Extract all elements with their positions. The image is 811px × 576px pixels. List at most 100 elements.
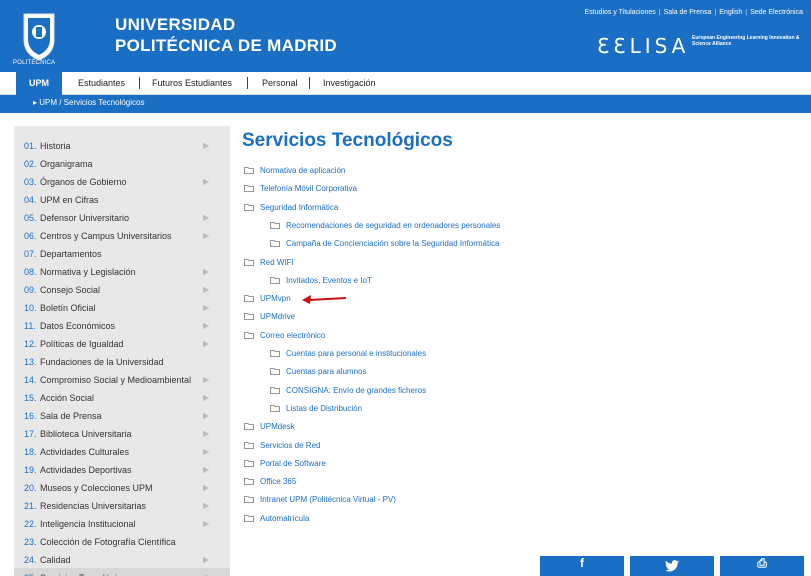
twitter-share-button[interactable] <box>630 556 714 576</box>
chevron-right-icon: ▶ <box>203 177 210 186</box>
sidebar-item-label: Residencias Universitarias <box>40 501 147 511</box>
sidebar-item[interactable]: 11. Datos Económicos ▶ <box>14 316 230 334</box>
service-link[interactable]: Portal de Software <box>244 459 326 468</box>
service-link[interactable]: UPMdesk <box>244 422 295 431</box>
sidebar-item-number: 01. <box>24 141 37 151</box>
chevron-right-icon: ▶ <box>203 303 210 312</box>
nav-item-investigacion[interactable]: Investigación <box>323 78 376 88</box>
facebook-icon: f <box>580 556 584 570</box>
top-link-sede-electronica[interactable]: Sede Electrónica <box>750 9 803 16</box>
folder-icon <box>270 277 280 284</box>
print-button[interactable]: ⎙ <box>720 556 804 576</box>
top-link-separator: | <box>745 9 748 16</box>
sidebar-item[interactable]: 02. Organigrama <box>14 154 230 172</box>
upm-crest-logo[interactable] <box>20 10 58 62</box>
service-link[interactable]: Seguridad Informática <box>244 203 338 212</box>
sidebar-item[interactable]: 22. Inteligencia Institucional ▶ <box>14 514 230 532</box>
sidebar-item[interactable]: 06. Centros y Campus Universitarios ▶ <box>14 226 230 244</box>
sidebar-item-number: 17. <box>24 429 37 439</box>
university-name-line1[interactable]: UNIVERSIDAD <box>115 15 235 35</box>
nav-item-futuros-estudiantes[interactable]: Futuros Estudiantes <box>152 78 232 88</box>
service-link[interactable]: Servicios de Red <box>244 441 320 450</box>
top-link-separator: | <box>714 9 717 16</box>
service-link[interactable]: UPMvpn <box>244 294 291 303</box>
sidebar-item[interactable]: 01. Historia ▶ <box>14 136 230 154</box>
sidebar-item[interactable]: 15. Acción Social ▶ <box>14 388 230 406</box>
service-link[interactable]: Listas de Distribución <box>270 404 362 413</box>
service-link-label: Portal de Software <box>260 459 326 468</box>
service-link[interactable]: Invitados, Eventos e IoT <box>270 276 372 285</box>
facebook-share-button[interactable]: f <box>540 556 624 576</box>
folder-icon <box>244 515 254 522</box>
service-link-label: Listas de Distribución <box>286 404 363 413</box>
sidebar-item[interactable]: 14. Compromiso Social y Medioambiental ▶ <box>14 370 230 388</box>
sidebar-item[interactable]: 10. Boletín Oficial ▶ <box>14 298 230 316</box>
nav-item-personal[interactable]: Personal <box>262 78 298 88</box>
sidebar-item[interactable]: 25.Servicios Tecnológicos▼ <box>14 568 230 576</box>
service-link[interactable]: Office 365 <box>244 477 296 486</box>
service-link-label: Office 365 <box>260 477 297 486</box>
sidebar-item-number: 21. <box>24 501 37 511</box>
service-link[interactable]: Campaña de Concienciación sobre la Segur… <box>270 239 499 248</box>
eelisa-logo[interactable]: ƐƐLISA <box>597 34 689 58</box>
sidebar-item[interactable]: 19. Actividades Deportivas ▶ <box>14 460 230 478</box>
sidebar-item-label: Historia <box>40 141 71 151</box>
sidebar-item-label: Fundaciones de la Universidad <box>40 357 164 367</box>
sidebar-item[interactable]: 23. Colección de Fotografía Científica <box>14 532 230 550</box>
service-link[interactable]: Intranet UPM (Politécnica Virtual - PV) <box>244 495 396 504</box>
sidebar-item[interactable]: 12. Políticas de Igualdad ▶ <box>14 334 230 352</box>
sidebar-item-number: 06. <box>24 231 37 241</box>
sidebar-item-number: 15. <box>24 393 37 403</box>
breadcrumb[interactable]: ▸ UPM / Servicios Tecnológicos <box>33 98 144 107</box>
service-link[interactable]: CONSIGNA: Envío de grandes ficheros <box>270 386 426 395</box>
service-link[interactable]: Normativa de aplicación <box>244 166 345 175</box>
service-link[interactable]: Red WIFI <box>244 258 294 267</box>
top-link-estudios[interactable]: Estudios y Titulaciones <box>585 9 656 16</box>
sidebar-item[interactable]: 08. Normativa y Legislación ▶ <box>14 262 230 280</box>
service-link[interactable]: Correo electrónico <box>244 331 325 340</box>
service-link-label: Recomendaciones de seguridad en ordenado… <box>286 221 501 230</box>
chevron-right-icon: ▶ <box>203 375 210 384</box>
sidebar-item-number: 02. <box>24 159 37 169</box>
sidebar-item-number: 11. <box>24 321 36 331</box>
service-link[interactable]: UPMdrive <box>244 312 295 321</box>
breadcrumb-bar: ▸ UPM / Servicios Tecnológicos <box>0 95 811 113</box>
chevron-right-icon: ▶ <box>203 465 210 474</box>
main-nav: UPM Estudiantes Futuros Estudiantes Pers… <box>0 72 811 95</box>
print-icon: ⎙ <box>757 556 767 570</box>
chevron-right-icon: ▶ <box>203 555 210 564</box>
university-name-line2[interactable]: POLITÉCNICA DE MADRID <box>115 36 337 56</box>
nav-item-upm[interactable]: UPM <box>16 72 62 95</box>
chevron-right-icon: ▶ <box>203 393 210 402</box>
sidebar-item[interactable]: 24. Calidad ▶ <box>14 550 230 568</box>
service-link[interactable]: Telefonía Móvil Corporativa <box>244 184 357 193</box>
sidebar-item[interactable]: 04. UPM en Cifras <box>14 190 230 208</box>
sidebar-item-label: Actividades Deportivas <box>40 465 132 475</box>
sidebar-item[interactable]: 17. Biblioteca Universitaria ▶ <box>14 424 230 442</box>
sidebar-item[interactable]: 03. Órganos de Gobierno ▶ <box>14 172 230 190</box>
service-link[interactable]: Recomendaciones de seguridad en ordenado… <box>270 221 500 230</box>
chevron-right-icon: ▶ <box>203 321 210 330</box>
sidebar-item[interactable]: 05. Defensor Universitario ▶ <box>14 208 230 226</box>
sidebar-item[interactable]: 07. Departamentos <box>14 244 230 262</box>
folder-icon <box>244 259 254 266</box>
sidebar-item[interactable]: 18. Actividades Culturales ▶ <box>14 442 230 460</box>
sidebar-item-number: 04. <box>24 195 37 205</box>
service-link[interactable]: Automatrícula <box>244 514 309 523</box>
service-link-label: UPMdesk <box>260 422 295 431</box>
sidebar-item[interactable]: 16. Sala de Prensa ▶ <box>14 406 230 424</box>
sidebar-item-number: 14. <box>24 375 37 385</box>
sidebar-item-number: 03. <box>24 177 37 187</box>
top-link-sala-prensa[interactable]: Sala de Prensa <box>664 9 712 16</box>
nav-item-estudiantes[interactable]: Estudiantes <box>78 78 125 88</box>
sidebar-item-label: Defensor Universitario <box>40 213 130 223</box>
service-link[interactable]: Cuentas para alumnos <box>270 367 367 376</box>
sidebar-item[interactable]: 21. Residencias Universitarias ▶ <box>14 496 230 514</box>
sidebar-item-number: 09. <box>24 285 37 295</box>
sidebar-item[interactable]: 13. Fundaciones de la Universidad <box>14 352 230 370</box>
service-link[interactable]: Cuentas para personal e institucionales <box>270 349 426 358</box>
sidebar-item[interactable]: 20. Museos y Colecciones UPM ▶ <box>14 478 230 496</box>
sidebar-item[interactable]: 09. Consejo Social ▶ <box>14 280 230 298</box>
chevron-right-icon: ▶ <box>203 285 210 294</box>
top-link-english[interactable]: English <box>719 9 742 16</box>
